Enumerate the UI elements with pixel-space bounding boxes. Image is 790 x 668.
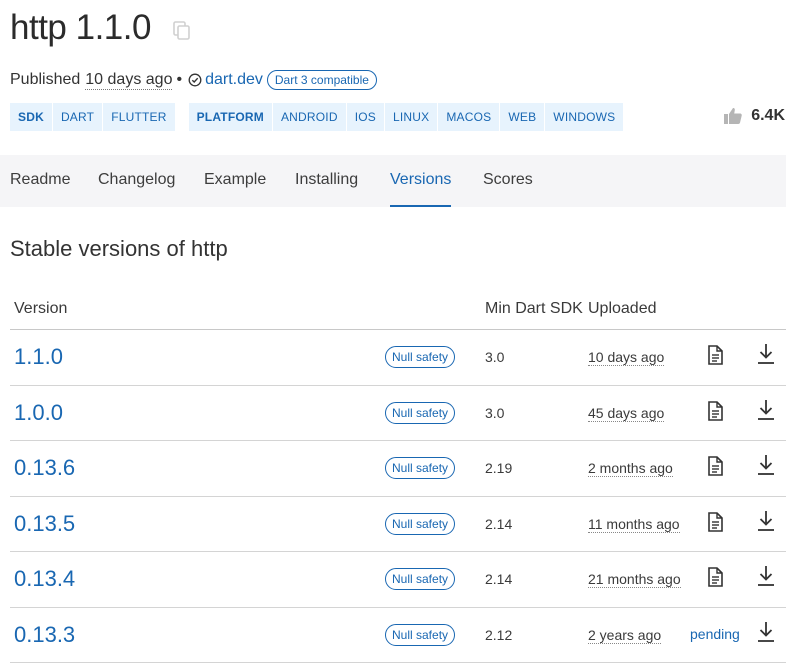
likes-widget[interactable]: 6.4K [723,107,785,125]
tag-windows[interactable]: WINDOWS [544,103,623,131]
min-sdk-value: 3.0 [485,349,505,365]
download-icon[interactable] [757,343,775,365]
null-safety-badge[interactable]: Null safety [385,512,456,535]
null-safety-badge[interactable]: Null safety [385,346,456,368]
download-icon[interactable] [757,399,775,421]
tag-flutter[interactable]: FLUTTER [102,103,174,131]
section-title: Stable versions of http [10,236,228,261]
table-row: 0.13.3 Null safety 2.12 2 years ago pending [10,608,786,663]
documentation-icon[interactable] [707,400,723,421]
download-icon[interactable] [757,454,775,476]
thumbs-up-icon[interactable] [723,107,743,125]
published-label: Published [10,71,81,88]
null-safety-badge[interactable]: Null safety [385,568,456,590]
documentation-icon[interactable] [707,345,723,365]
header-uploaded: Uploaded [588,300,657,317]
uploaded-value: 2 years ago [588,626,662,644]
null-safety-badge[interactable]: Null safety [385,623,456,646]
table-row: 1.0.0 Null safety 3.0 45 days ago [10,386,786,441]
version-link[interactable]: 0.13.4 [14,566,75,592]
tag-dart[interactable]: DART [51,103,102,131]
tab-versions[interactable]: Versions [390,155,452,207]
uploaded-value: 21 months ago [588,571,681,588]
documentation-icon[interactable] [707,511,723,532]
published-age: 10 days ago [85,70,173,90]
tab-readme[interactable]: Readme [10,155,70,207]
version-link[interactable]: 0.13.6 [14,455,75,481]
copy-icon[interactable] [173,21,191,41]
uploaded-value: 10 days ago [588,349,665,366]
separator-bullet: • [176,71,183,88]
min-sdk-value: 2.14 [485,515,513,532]
table-header: Version Min Dart SDK Uploaded [10,286,786,330]
null-safety-badge[interactable]: Null safety [385,457,456,479]
tag-platform[interactable]: PLATFORM [189,103,272,131]
tab-installing[interactable]: Installing [295,155,358,207]
null-safety-badge[interactable]: Null safety [385,401,456,424]
download-icon[interactable] [757,565,775,587]
min-sdk-value: 2.14 [485,571,513,587]
table-row: 0.13.5 Null safety 2.14 11 months ago [10,497,786,552]
version-link[interactable]: 1.1.0 [14,344,63,370]
tag-ios[interactable]: IOS [345,103,384,131]
download-icon[interactable] [757,510,775,532]
table-row: 0.13.6 Null safety 2.19 2 months ago [10,441,786,497]
sdk-tag-group: SDK DART FLUTTER [10,103,175,131]
tag-sdk[interactable]: SDK [10,103,52,131]
uploaded-value: 2 months ago [588,460,673,477]
min-sdk-value: 3.0 [485,404,505,421]
verified-publisher-icon [188,73,202,87]
table-row: 0.13.4 Null safety 2.14 21 months ago [10,552,786,608]
dart3-compatible-badge[interactable]: Dart 3 compatible [266,70,377,90]
version-link[interactable]: 1.0.0 [14,400,63,426]
min-sdk-value: 2.19 [485,460,513,476]
download-icon[interactable] [757,621,775,643]
publish-info: Published 10 days ago • dart.dev Dart 3 … [10,70,377,90]
tag-linux[interactable]: LINUX [384,103,437,131]
tab-scores[interactable]: Scores [483,155,533,207]
tab-changelog[interactable]: Changelog [98,155,175,207]
tag-macos[interactable]: MACOS [437,103,499,131]
min-sdk-value: 2.12 [485,626,513,643]
tabs-bar: Readme Changelog Example Installing Vers… [0,155,786,207]
version-link[interactable]: 0.13.5 [14,511,75,537]
likes-count: 6.4K [751,107,785,124]
package-header: http 1.1.0 [10,8,191,48]
tags-row: SDK DART FLUTTER PLATFORM ANDROID IOS LI… [10,103,637,131]
platform-tag-group: PLATFORM ANDROID IOS LINUX MACOS WEB WIN… [188,103,624,131]
package-title: http 1.1.0 [10,8,151,47]
tab-example[interactable]: Example [204,155,266,207]
header-min-sdk: Min Dart SDK [485,300,583,317]
tag-android[interactable]: ANDROID [271,103,346,131]
publisher-link[interactable]: dart.dev [205,71,263,89]
documentation-icon[interactable] [707,456,723,476]
documentation-icon[interactable] [707,567,723,587]
uploaded-value: 45 days ago [588,404,665,422]
header-version: Version [14,300,68,317]
uploaded-value: 11 months ago [588,515,680,533]
versions-table: Version Min Dart SDK Uploaded 1.1.0 Null … [10,286,786,663]
table-row: 1.1.0 Null safety 3.0 10 days ago [10,330,786,386]
docs-pending-link[interactable]: pending [690,626,740,642]
version-link[interactable]: 0.13.3 [14,622,75,648]
tag-web[interactable]: WEB [499,103,544,131]
